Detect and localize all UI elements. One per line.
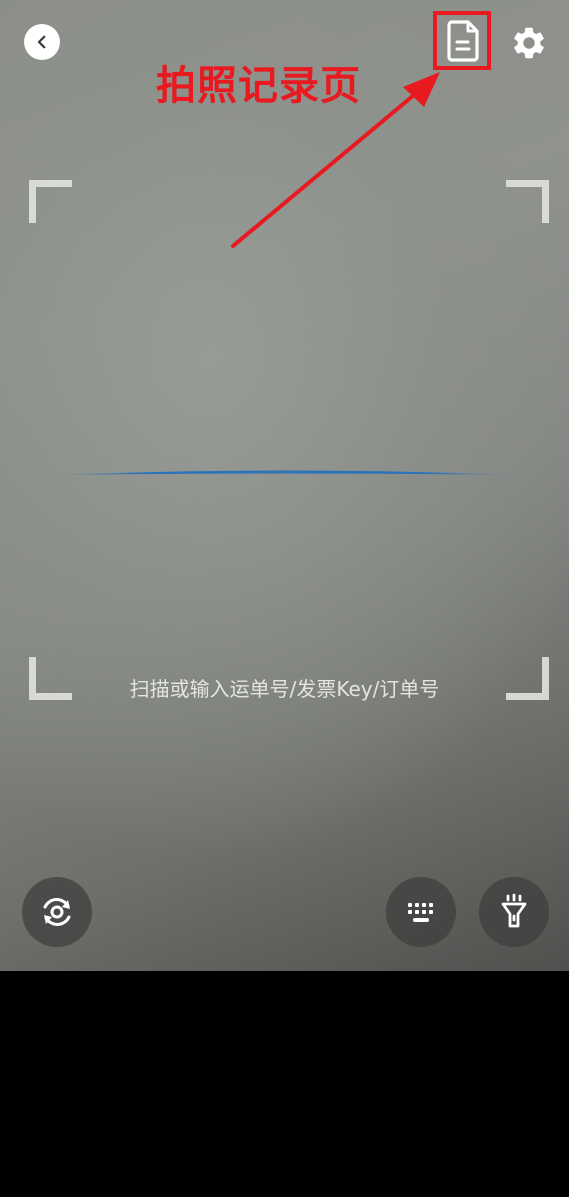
keyboard-input-button[interactable] [386,877,456,947]
back-button[interactable] [24,24,60,60]
camera-preview: 拍照记录页 扫描或输入运单号/发票Key/订单号 [0,0,569,971]
keyboard-icon [408,903,433,922]
document-icon [447,20,479,62]
annotation-label: 拍照记录页 [156,63,361,109]
scan-hint: 扫描或输入运单号/发票Key/订单号 [129,677,440,701]
scan-line [55,470,515,475]
scan-frame-corner-top-left [29,180,72,223]
settings-button[interactable] [508,22,550,64]
photo-record-button[interactable] [440,18,486,64]
flashlight-icon [501,893,527,928]
flashlight-button[interactable] [479,877,549,947]
camera-switch-icon [43,898,71,926]
gear-icon [514,27,544,59]
chevron-left-icon [37,35,46,49]
switch-camera-button[interactable] [22,877,92,947]
scan-screen: 拍照记录页 扫描或输入运单号/发票Key/订单号 [0,0,569,1197]
bottom-blank-area [0,971,569,1197]
scan-frame-corner-top-right [506,180,549,223]
